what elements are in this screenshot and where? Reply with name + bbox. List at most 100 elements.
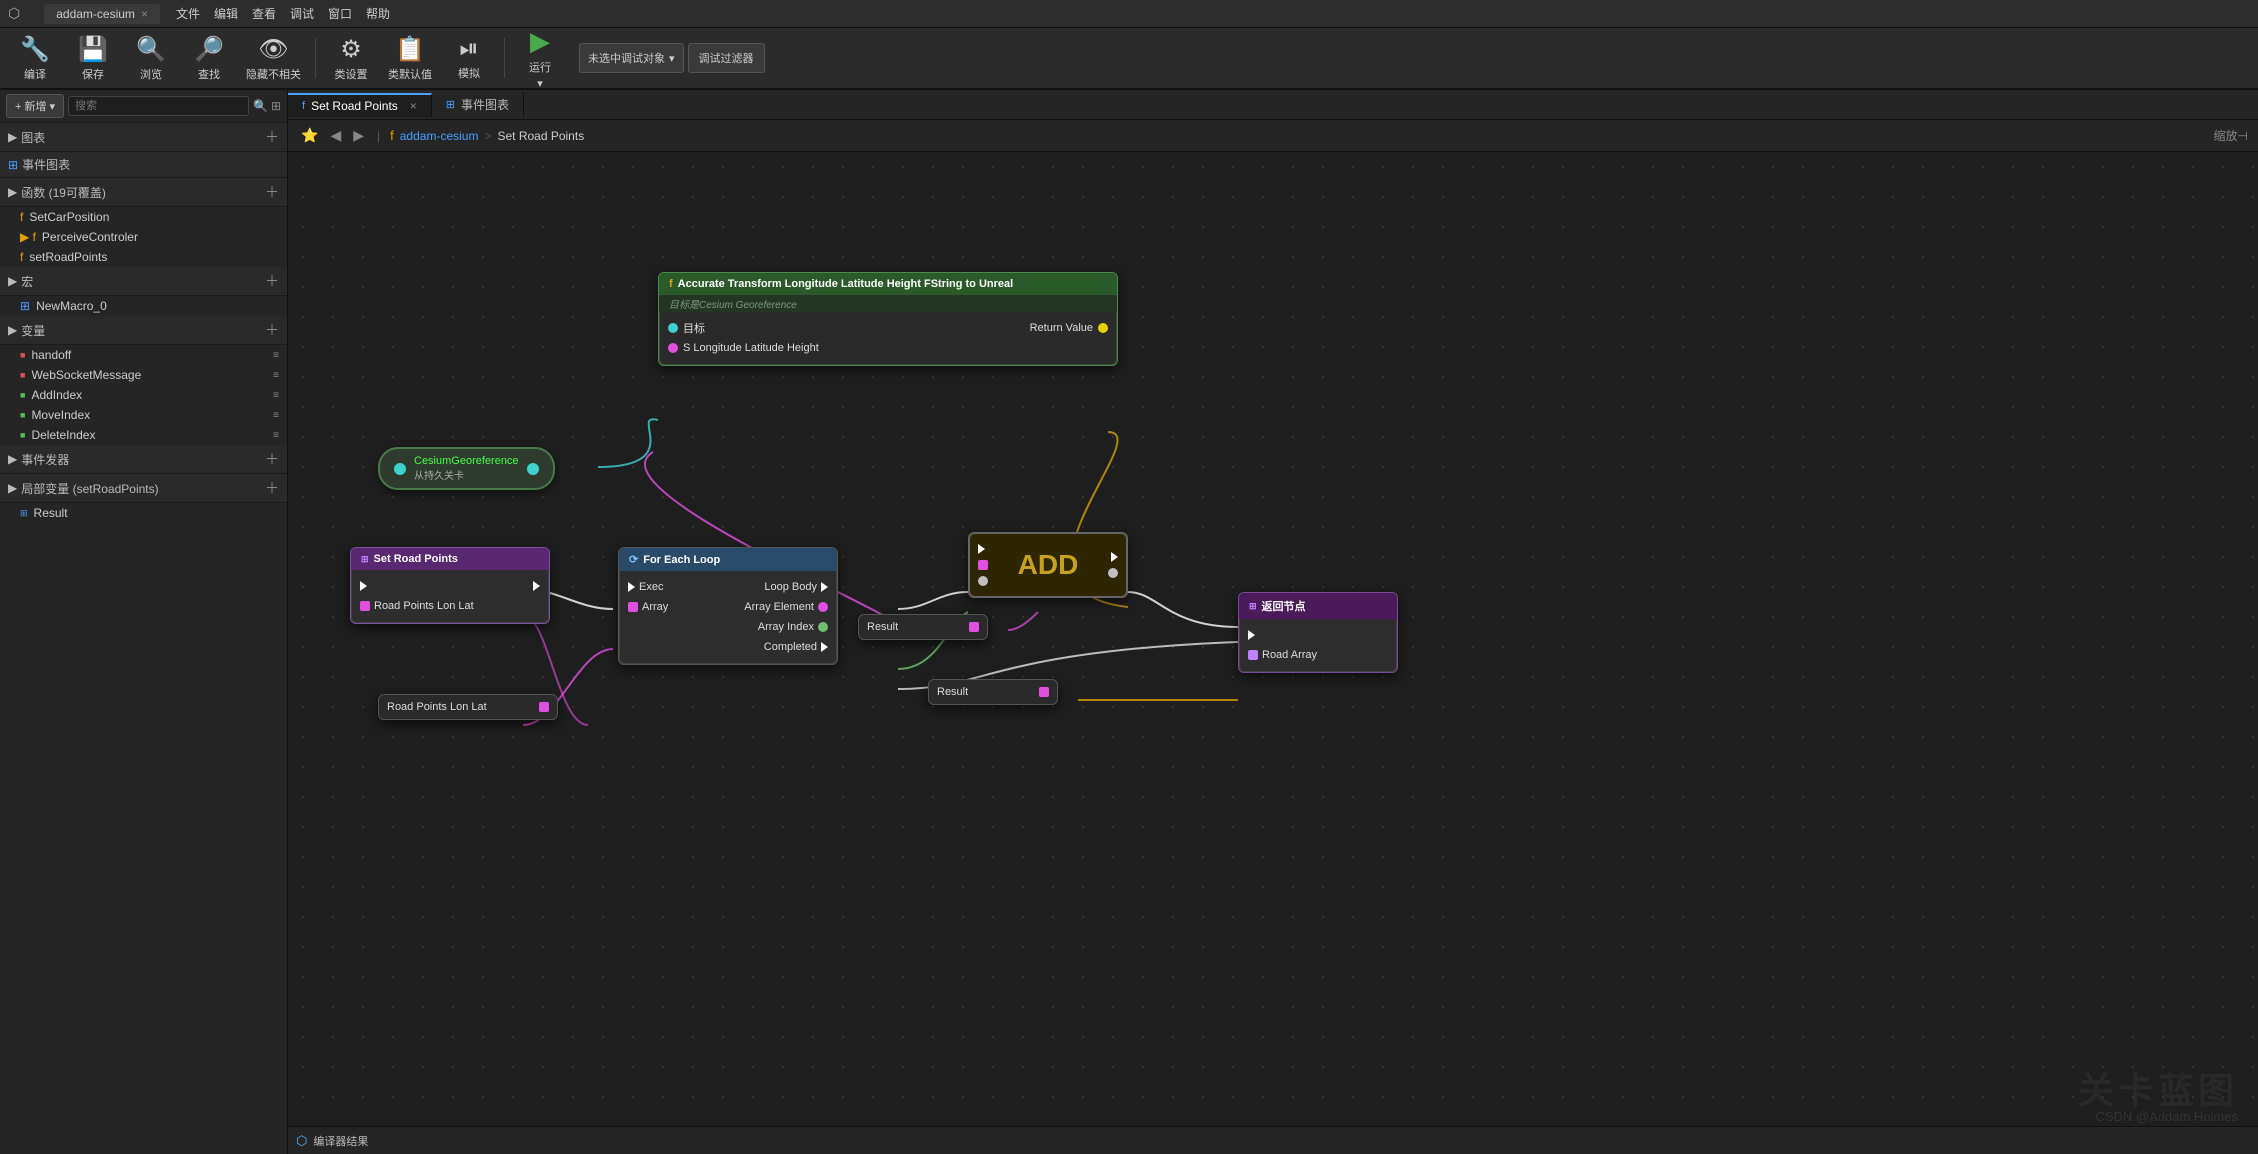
- var-icon-addindex: ■: [20, 390, 25, 400]
- menu-debug[interactable]: 调试: [290, 5, 314, 22]
- section-eventdisp-add[interactable]: ＋: [265, 449, 279, 469]
- pin-target: [668, 323, 678, 333]
- hide-button[interactable]: 👁 隐藏不相关: [240, 31, 307, 85]
- save-icon: 💾: [78, 35, 108, 64]
- menu-file[interactable]: 文件: [176, 5, 200, 22]
- pin-add-exec-out: [1111, 552, 1118, 562]
- section-localvars-arrow: ▶: [8, 481, 17, 495]
- node-result2[interactable]: Result: [928, 679, 1058, 705]
- sidebar-item-websocket[interactable]: ■ WebSocketMessage ≡: [0, 365, 287, 385]
- section-vars-add[interactable]: ＋: [265, 320, 279, 340]
- menu-view[interactable]: 查看: [252, 5, 276, 22]
- var-icon-deleteindex: ■: [20, 430, 25, 440]
- toolbar-sep1: [315, 38, 316, 78]
- debug-target-dropdown[interactable]: 未选中调试对象 ▾: [579, 43, 684, 73]
- find-button[interactable]: 🔎 查找: [182, 31, 236, 85]
- simulate-button[interactable]: ⏯ 模拟: [442, 31, 496, 85]
- new-button[interactable]: + 新增 ▾: [6, 94, 64, 118]
- menu-help[interactable]: 帮助: [366, 5, 390, 22]
- watermark-main: 关卡蓝图: [2078, 1062, 2238, 1114]
- node-add[interactable]: ADD: [968, 532, 1128, 598]
- section-eventdisp-label: 事件发器: [21, 451, 69, 468]
- var-icon-handoff: ■: [20, 350, 25, 360]
- pin-exec-label: Exec: [639, 581, 663, 593]
- node-result1[interactable]: Result: [858, 614, 988, 640]
- sidebar-item-handoff-label: handoff: [31, 348, 71, 362]
- breadcrumb-back[interactable]: ⭐: [298, 127, 321, 144]
- tab-set-road-points[interactable]: f Set Road Points ×: [288, 93, 432, 117]
- sidebar-item-setcarposition[interactable]: f SetCarPosition: [0, 207, 287, 227]
- node-row-target: 目标 Return Value: [660, 318, 1116, 338]
- pin-add-out: [1108, 568, 1118, 578]
- section-event-dispatcher[interactable]: ▶事件发器 ＋: [0, 445, 287, 474]
- section-variables[interactable]: ▶变量 ＋: [0, 316, 287, 345]
- debug-filter-button[interactable]: 调试过滤器: [688, 43, 765, 73]
- section-functions[interactable]: ▶函数 (19可覆盖) ＋: [0, 178, 287, 207]
- node-cesium-georeference[interactable]: CesiumGeoreference 从持久关卡: [378, 447, 555, 490]
- pin-loopbody: [821, 582, 828, 592]
- browse-icon: 🔍: [136, 35, 166, 64]
- new-btn-arrow: ▾: [49, 100, 55, 113]
- tab-close[interactable]: ×: [141, 7, 148, 21]
- simulate-label: 模拟: [458, 65, 480, 81]
- find-label: 查找: [198, 66, 220, 82]
- sidebar-item-perceivecontroler[interactable]: ▶ f PerceiveControler: [0, 227, 287, 247]
- menu-edit[interactable]: 编辑: [214, 5, 238, 22]
- class-defaults-button[interactable]: 📋 类默认值: [382, 31, 438, 85]
- compile-icon: 🔧: [20, 35, 50, 64]
- run-button[interactable]: ▶ 运行 ▾: [513, 31, 567, 85]
- cesium-sublabel: 从持久关卡: [414, 467, 519, 482]
- sidebar-item-moveindex[interactable]: ■ MoveIndex ≡: [0, 405, 287, 425]
- breadcrumb-prev[interactable]: ◀: [327, 127, 344, 144]
- pin-array-label: Array: [642, 601, 668, 613]
- class-settings-button[interactable]: ⚙ 类设置: [324, 31, 378, 85]
- section-macros[interactable]: ▶宏 ＋: [0, 267, 287, 296]
- search-icon[interactable]: 🔍: [253, 99, 268, 113]
- sidebar-item-handoff[interactable]: ■ handoff ≡: [0, 345, 287, 365]
- node-for-each-loop[interactable]: ⟳ For Each Loop Exec Loop Body: [618, 547, 838, 665]
- node-func-icon: f: [669, 278, 673, 290]
- pin-fel-exec-in: [628, 582, 635, 592]
- node-return-exec-row: [1240, 625, 1396, 645]
- var-expand-3: ≡: [273, 390, 279, 401]
- section-event-graph[interactable]: ⊞事件图表: [0, 152, 287, 178]
- tab-func-icon: f: [302, 100, 305, 112]
- sidebar-item-result[interactable]: ⊞ Result: [0, 503, 287, 523]
- menu-window[interactable]: 窗口: [328, 5, 352, 22]
- tab-close-icon[interactable]: ×: [410, 99, 417, 113]
- sidebar-item-newmacro[interactable]: ⊞ NewMacro_0: [0, 296, 287, 316]
- compile-button[interactable]: 🔧 编译: [8, 31, 62, 85]
- class-defaults-icon: 📋: [395, 35, 425, 64]
- section-charts[interactable]: ▶图表 ＋: [0, 123, 287, 152]
- tab-event-graph[interactable]: ⊞ 事件图表: [432, 92, 524, 117]
- sidebar-item-addindex-label: AddIndex: [31, 388, 82, 402]
- sidebar-item-addindex[interactable]: ■ AddIndex ≡: [0, 385, 287, 405]
- view-toggle-icon[interactable]: ⊞: [271, 99, 281, 113]
- save-button[interactable]: 💾 保存: [66, 31, 120, 85]
- node-return[interactable]: ⊞ 返回节点 Road Array: [1238, 592, 1398, 673]
- section-functions-add[interactable]: ＋: [265, 182, 279, 202]
- cesium-label: CesiumGeoreference: [414, 455, 519, 467]
- section-localvars-add[interactable]: ＋: [265, 478, 279, 498]
- debug-group: 未选中调试对象 ▾ 调试过滤器: [579, 43, 765, 73]
- section-functions-arrow: ▶: [8, 185, 17, 199]
- breadcrumb-project[interactable]: addam-cesium: [400, 129, 479, 143]
- node-set-road-points[interactable]: ⊞ Set Road Points: [350, 547, 550, 624]
- node-road-points-lon-lat[interactable]: Road Points Lon Lat: [378, 694, 558, 720]
- app-tab[interactable]: addam-cesium ×: [44, 4, 160, 24]
- section-macros-arrow: ▶: [8, 274, 17, 288]
- sidebar-item-setroadpoints[interactable]: f setRoadPoints: [0, 247, 287, 267]
- bp-canvas[interactable]: f Accurate Transform Longitude Latitude …: [288, 152, 2258, 1154]
- section-charts-add[interactable]: ＋: [265, 127, 279, 147]
- search-input[interactable]: [68, 96, 249, 116]
- browse-button[interactable]: 🔍 浏览: [124, 31, 178, 85]
- section-macros-add[interactable]: ＋: [265, 271, 279, 291]
- var-expand: ≡: [273, 350, 279, 361]
- var-icon-result: ⊞: [20, 508, 28, 519]
- section-local-vars[interactable]: ▶局部变量 (setRoadPoints) ＋: [0, 474, 287, 503]
- main-layout: + 新增 ▾ 🔍 ⊞ ▶图表 ＋ ⊞事件图表 ▶函数 (19可覆盖) ＋ f S…: [0, 90, 2258, 1154]
- breadcrumb-next[interactable]: ▶: [350, 127, 367, 144]
- node-accurate-transform[interactable]: f Accurate Transform Longitude Latitude …: [658, 272, 1118, 366]
- sidebar-item-deleteindex[interactable]: ■ DeleteIndex ≡: [0, 425, 287, 445]
- func-icon-2: ▶ f: [20, 230, 36, 244]
